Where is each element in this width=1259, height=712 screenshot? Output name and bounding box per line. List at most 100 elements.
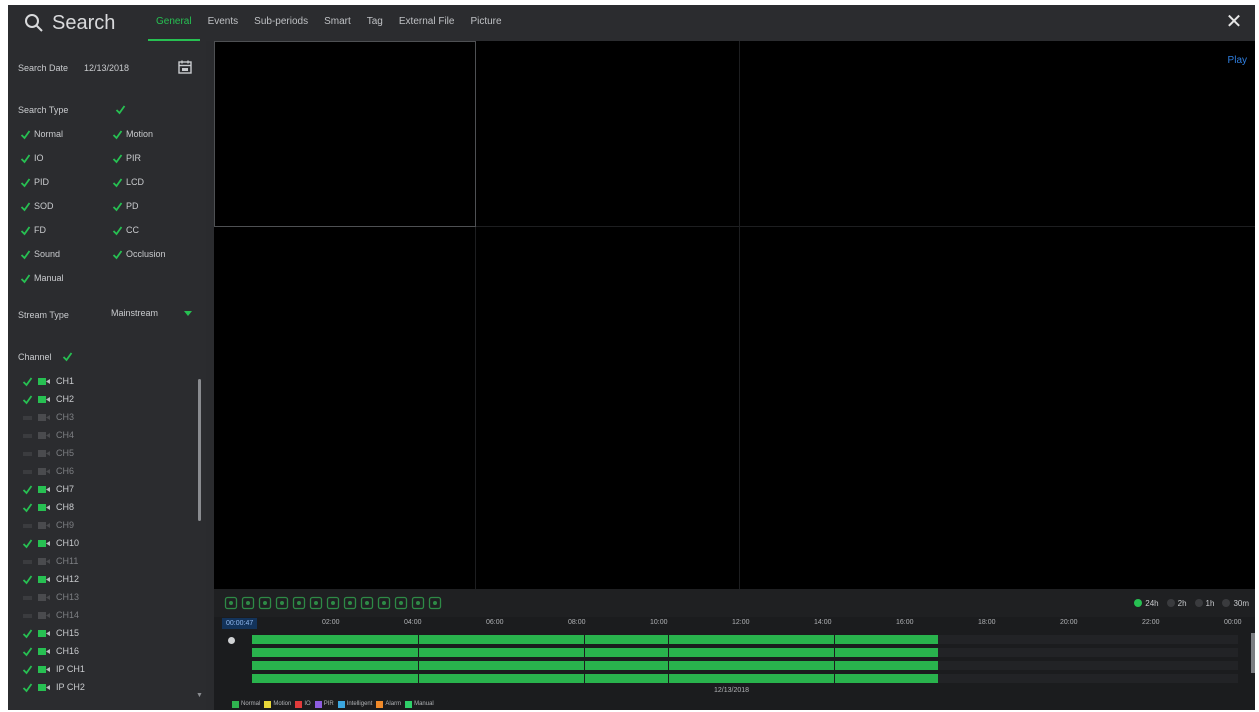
snapshot-icon[interactable]	[394, 596, 408, 610]
zoom-icon[interactable]	[411, 596, 425, 610]
channel-item-ch10[interactable]: CH10	[22, 535, 79, 551]
search-type-fd[interactable]: FD	[20, 223, 46, 237]
checkmark-icon[interactable]	[22, 574, 33, 585]
checkmark-icon[interactable]	[112, 225, 123, 236]
tab-picture[interactable]: Picture	[462, 5, 509, 41]
record-bar-row[interactable]	[252, 661, 938, 670]
unchecked-box-icon[interactable]	[22, 430, 33, 441]
channel-item-ch14[interactable]: CH14	[22, 607, 79, 623]
channel-item-ch6[interactable]: CH6	[22, 463, 74, 479]
checkmark-icon[interactable]	[20, 225, 31, 236]
checkmark-icon[interactable]	[112, 249, 123, 260]
checkmark-icon[interactable]	[20, 153, 31, 164]
channel-item-ch1[interactable]: CH1	[22, 373, 74, 389]
search-type-normal[interactable]: Normal	[20, 127, 63, 141]
settings-icon[interactable]	[428, 596, 442, 610]
checkmark-icon[interactable]	[22, 484, 33, 495]
search-type-pir[interactable]: PIR	[112, 151, 141, 165]
video-cell-1[interactable]	[214, 41, 476, 227]
unchecked-box-icon[interactable]	[22, 556, 33, 567]
tab-tag[interactable]: Tag	[359, 5, 391, 41]
unchecked-box-icon[interactable]	[22, 412, 33, 423]
zoom-option-30m[interactable]: 30m	[1222, 599, 1249, 608]
search-type-pid[interactable]: PID	[20, 175, 49, 189]
channel-item-ch9[interactable]: CH9	[22, 517, 74, 533]
channel-item-ch13[interactable]: CH13	[22, 589, 79, 605]
search-type-sound[interactable]: Sound	[20, 247, 60, 261]
channel-item-ch15[interactable]: CH15	[22, 625, 79, 641]
channel-item-ip-ch2[interactable]: IP CH2	[22, 679, 85, 695]
record-bar-row[interactable]	[252, 648, 938, 657]
stream-type-select[interactable]: Mainstream	[111, 305, 196, 321]
frame-icon[interactable]	[326, 596, 340, 610]
channel-item-ch4[interactable]: CH4	[22, 427, 74, 443]
search-type-all-checkbox[interactable]	[115, 104, 126, 115]
channel-item-ch12[interactable]: CH12	[22, 571, 79, 587]
channel-item-ch16[interactable]: CH16	[22, 643, 79, 659]
search-type-motion[interactable]: Motion	[112, 127, 153, 141]
unchecked-box-icon[interactable]	[22, 466, 33, 477]
checkmark-icon[interactable]	[20, 273, 31, 284]
checkmark-icon[interactable]	[20, 201, 31, 212]
tab-external-file[interactable]: External File	[391, 5, 463, 41]
checkmark-icon[interactable]	[22, 646, 33, 657]
search-type-sod[interactable]: SOD	[20, 199, 54, 213]
checkmark-icon[interactable]	[22, 664, 33, 675]
fullscreen-icon[interactable]	[224, 596, 238, 610]
channel-item-ch5[interactable]: CH5	[22, 445, 74, 461]
unchecked-box-icon[interactable]	[22, 610, 33, 621]
record-bars[interactable]	[252, 635, 938, 683]
empty-record-bars[interactable]	[938, 635, 1238, 683]
checkmark-icon[interactable]	[112, 177, 123, 188]
zoom-option-2h[interactable]: 2h	[1166, 599, 1187, 608]
close-icon[interactable]: ✕	[1223, 11, 1245, 33]
channel-item-ip-ch1[interactable]: IP CH1	[22, 661, 85, 677]
timeline-scrollbar[interactable]	[1251, 633, 1255, 673]
tab-general[interactable]: General	[148, 5, 200, 41]
unchecked-box-icon[interactable]	[22, 520, 33, 531]
channel-item-ch2[interactable]: CH2	[22, 391, 74, 407]
search-type-io[interactable]: IO	[20, 151, 44, 165]
search-type-occlusion[interactable]: Occlusion	[112, 247, 166, 261]
volume-icon[interactable]	[377, 596, 391, 610]
tab-smart[interactable]: Smart	[316, 5, 359, 41]
search-type-lcd[interactable]: LCD	[112, 175, 144, 189]
record-bar-row[interactable]	[252, 635, 938, 644]
unchecked-box-icon[interactable]	[22, 448, 33, 459]
checkmark-icon[interactable]	[22, 394, 33, 405]
checkmark-icon[interactable]	[20, 249, 31, 260]
channel-all-checkbox[interactable]	[62, 351, 73, 362]
checkmark-icon[interactable]	[22, 682, 33, 693]
video-cell-6[interactable]	[740, 227, 1255, 589]
channel-item-ch8[interactable]: CH8	[22, 499, 74, 515]
unchecked-box-icon[interactable]	[22, 592, 33, 603]
search-date-field[interactable]: 12/13/2018	[84, 63, 129, 73]
zoom-in-icon[interactable]	[343, 596, 357, 610]
trash-icon[interactable]	[275, 596, 289, 610]
video-cell-5[interactable]	[476, 227, 740, 589]
checkmark-icon[interactable]	[22, 538, 33, 549]
record-bar-row[interactable]	[252, 674, 938, 683]
checkmark-icon[interactable]	[20, 177, 31, 188]
split-icon[interactable]	[241, 596, 255, 610]
eye-icon[interactable]	[228, 637, 235, 644]
tab-events[interactable]: Events	[200, 5, 247, 41]
video-cell-4[interactable]	[214, 227, 476, 589]
checkmark-icon[interactable]	[112, 153, 123, 164]
checkmark-icon[interactable]	[20, 129, 31, 140]
search-type-cc[interactable]: CC	[112, 223, 139, 237]
crop-icon[interactable]	[360, 596, 374, 610]
search-type-manual[interactable]: Manual	[20, 271, 64, 285]
channel-item-ch7[interactable]: CH7	[22, 481, 74, 497]
checkmark-icon[interactable]	[22, 376, 33, 387]
zoom-option-1h[interactable]: 1h	[1194, 599, 1214, 608]
calendar-icon[interactable]	[178, 60, 192, 74]
sidebar-scrollbar[interactable]	[198, 379, 201, 521]
checkmark-icon[interactable]	[112, 129, 123, 140]
tab-sub-periods[interactable]: Sub-periods	[246, 5, 316, 41]
search-type-pd[interactable]: PD	[112, 199, 139, 213]
channel-item-ch11[interactable]: CH11	[22, 553, 78, 569]
checkmark-icon[interactable]	[22, 502, 33, 513]
checkmark-icon[interactable]	[22, 628, 33, 639]
video-cell-3[interactable]	[740, 41, 1255, 227]
